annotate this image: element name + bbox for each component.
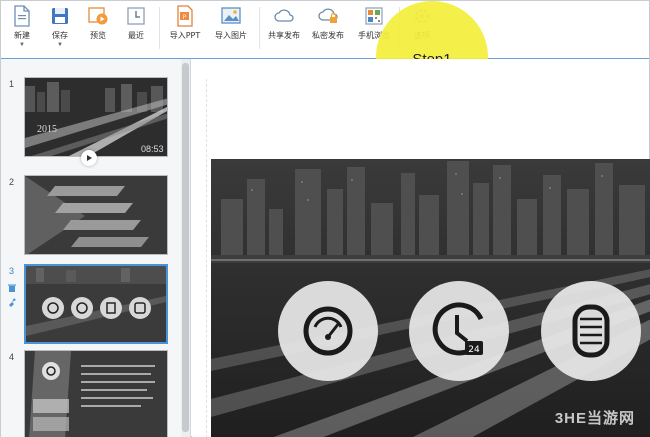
recent-button[interactable]: 最近 <box>123 5 149 53</box>
pin-icon[interactable] <box>7 294 17 312</box>
recent-label: 最近 <box>128 31 144 40</box>
slide-time-text: 08:53 <box>141 144 164 154</box>
import-ppt-button[interactable]: P 导入PPT <box>167 5 203 53</box>
canvas-guide-line <box>206 79 207 437</box>
save-label: 保存 <box>52 31 68 40</box>
slide-number: 3 <box>9 266 15 276</box>
icons-circle-thumbnail <box>26 266 166 342</box>
import-image-button[interactable]: 导入图片 <box>211 5 251 53</box>
share-publish-button[interactable]: 共享发布 <box>265 5 303 53</box>
chevron-down-icon[interactable]: ▼ <box>57 42 63 48</box>
ppt-file-icon: P <box>174 5 196 27</box>
slide-thumbnail-4[interactable] <box>24 350 168 437</box>
slide-number: 2 <box>9 177 15 187</box>
city-highway-background: 24 <box>211 159 650 437</box>
slide-thumbnail-1[interactable]: 2015 08:53 <box>24 77 168 157</box>
preview-button[interactable]: 预览 <box>85 5 111 53</box>
text-block-thumbnail <box>25 351 167 437</box>
import-image-label: 导入图片 <box>215 31 247 40</box>
svg-text:24: 24 <box>468 345 480 355</box>
slide-thumbnail-2[interactable] <box>24 175 168 255</box>
arrow-list-thumbnail <box>25 176 167 254</box>
toolbar-divider <box>259 7 260 49</box>
qr-code-icon <box>363 5 385 27</box>
new-button[interactable]: 新建 ▼ <box>9 5 35 53</box>
share-publish-label: 共享发布 <box>268 31 300 40</box>
slide-panel: 1 2015 08:53 2 3 4 <box>1 59 191 437</box>
preview-play-icon <box>87 5 109 27</box>
save-disk-icon <box>49 5 71 27</box>
recent-clock-icon <box>125 5 147 27</box>
svg-text:P: P <box>183 14 187 21</box>
speedometer-icon <box>278 281 378 381</box>
play-animation-icon[interactable] <box>81 150 97 166</box>
clock-24h-icon: 24 <box>409 281 509 381</box>
site-watermark: 3HE当游网 <box>554 410 635 427</box>
toolbar: 新建 ▼ 保存 ▼ 预览 最近 P 导入PPT 导入图片 共享发布 私密发布 手… <box>1 1 649 59</box>
toolbar-divider <box>159 7 160 49</box>
private-publish-button[interactable]: 私密发布 <box>309 5 347 53</box>
slide-thumbnail-3[interactable] <box>24 264 168 344</box>
slide-preview[interactable]: 24 3HE当游网 <box>211 159 650 437</box>
preview-label: 预览 <box>90 31 106 40</box>
cloud-lock-icon <box>317 5 339 27</box>
image-icon <box>220 5 242 27</box>
cloud-share-icon <box>273 5 295 27</box>
import-ppt-label: 导入PPT <box>169 31 201 40</box>
scrollbar-thumb[interactable] <box>182 63 189 432</box>
slide-number: 1 <box>9 79 15 89</box>
save-button[interactable]: 保存 ▼ <box>47 5 73 53</box>
new-label: 新建 <box>14 31 30 40</box>
slide-year-text: 2015 <box>37 124 57 135</box>
slide-number: 4 <box>9 352 15 362</box>
chevron-down-icon[interactable]: ▼ <box>19 42 25 48</box>
new-document-icon <box>11 5 33 27</box>
tire-icon <box>541 281 641 381</box>
private-publish-label: 私密发布 <box>312 31 344 40</box>
